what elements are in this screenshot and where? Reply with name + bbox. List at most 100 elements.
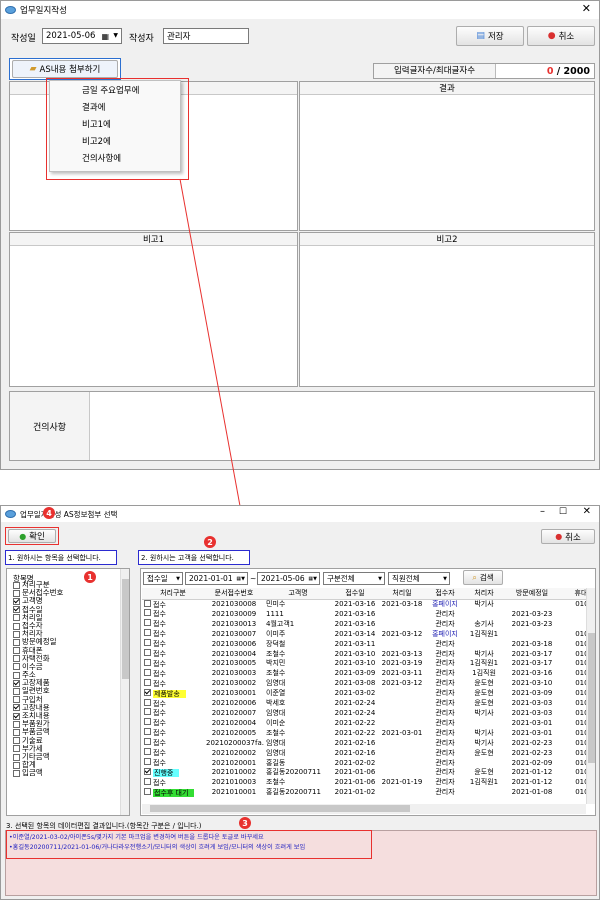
table-row[interactable]: 접수 2021020007 임영대 2021-02-24 관리자 박기사 2021-03-0…	[142, 708, 586, 718]
row-checkbox[interactable]	[144, 649, 151, 657]
table-row[interactable]: 진행중 2021010002 홍길동20200711 2021-01-06 관리자 윤도현…	[142, 767, 586, 778]
table-row[interactable]: 접수 2021010003 조철수 2021-01-06 2021-01-19 관리자 1김…	[142, 777, 586, 788]
row-checkbox[interactable]	[144, 777, 151, 785]
filter-field-select[interactable]: 접수일 ▼	[143, 572, 183, 585]
table-row[interactable]: 접수 20210200037fa... 임영대 2021-02-16 관리자 박기사 202…	[142, 738, 586, 748]
item-checkbox[interactable]	[13, 622, 20, 630]
column-header[interactable]: 문서접수번호	[204, 588, 264, 600]
table-row[interactable]: 제품발송 2021030001 이준열 2021-03-02 관리자 윤도현 2021-03…	[142, 688, 586, 699]
menu-item-main-work[interactable]: 금일 주요업무에	[50, 81, 180, 98]
row-type-cell[interactable]: 접수	[142, 708, 204, 718]
row-type-cell[interactable]: 접수	[142, 629, 204, 639]
row-type-cell[interactable]: 접수	[142, 777, 204, 788]
row-type-cell[interactable]: 접수	[142, 728, 204, 738]
item-checkbox[interactable]	[13, 737, 20, 745]
table-row[interactable]: 접수 2021030002 임영대 2021-03-08 2021-03-12 관리자 윤도…	[142, 678, 586, 689]
row-checkbox[interactable]	[144, 688, 151, 696]
table-row[interactable]: 접수 2021020006 박세호 2021-02-24 관리자 윤도현 2021-03-0…	[142, 698, 586, 709]
item-checkbox[interactable]	[13, 704, 20, 712]
table-row[interactable]: 접수 2021020004 이미순 2021-02-22 관리자 2021-03-01 01…	[142, 718, 586, 728]
row-checkbox[interactable]	[144, 599, 151, 607]
table-row[interactable]: 접수 2021030004 조철수 2021-03-10 2021-03-13 관리자 박기…	[142, 649, 586, 659]
item-checkbox[interactable]	[13, 688, 20, 696]
item-list-scrollbar[interactable]	[120, 569, 129, 815]
close-icon[interactable]: ✕	[582, 2, 591, 15]
search-button[interactable]: ⌕ 검색	[463, 570, 503, 585]
row-checkbox[interactable]	[144, 609, 151, 617]
item-checkbox[interactable]	[13, 647, 20, 655]
table-row[interactable]: 접수 2021030008 민미수 2021-03-16 2021-03-18 홍페이지 박…	[142, 599, 586, 609]
table-row[interactable]: 접수 2021030007 이미주 2021-03-14 2021-03-12 홍페이지 1…	[142, 629, 586, 639]
row-type-cell[interactable]: 접수	[142, 718, 204, 728]
row-checkbox[interactable]	[144, 658, 151, 666]
row-type-cell[interactable]: 접수	[142, 619, 204, 629]
row-type-cell[interactable]: 접수	[142, 698, 204, 709]
row-checkbox[interactable]	[144, 718, 151, 726]
item-checkbox[interactable]	[13, 630, 20, 638]
item-checkbox[interactable]	[13, 728, 20, 736]
item-checkbox[interactable]	[13, 671, 20, 679]
attach-as-button[interactable]: ▰ AS내용 첨부하기	[12, 60, 118, 78]
item-checkbox[interactable]	[13, 761, 20, 769]
row-type-cell[interactable]: 접수	[142, 668, 204, 679]
menu-item-suggestion[interactable]: 건의사항에	[50, 149, 180, 166]
table-row[interactable]: 접수 2021030006 장덕철 2021-03-11 관리자 2021-03-18 01…	[142, 639, 586, 649]
item-checkbox[interactable]	[13, 679, 20, 687]
row-checkbox[interactable]	[144, 708, 151, 716]
row-checkbox[interactable]	[144, 738, 151, 746]
maximize-icon[interactable]: ☐	[559, 507, 567, 517]
table-hscroll-thumb[interactable]	[150, 805, 410, 812]
row-checkbox[interactable]	[144, 767, 151, 775]
row-type-cell[interactable]: 접수	[142, 639, 204, 649]
row-checkbox[interactable]	[144, 728, 151, 736]
item-row[interactable]: 입금액	[13, 769, 129, 777]
filter-staff-select[interactable]: 직원전체 ▼	[388, 572, 450, 585]
save-button[interactable]: ▤ 저장	[456, 26, 524, 46]
item-checkbox[interactable]	[13, 745, 20, 753]
column-header[interactable]: 처리일	[378, 588, 426, 600]
row-checkbox[interactable]	[144, 619, 151, 627]
item-checkbox[interactable]	[13, 597, 20, 605]
column-header[interactable]: 방문예정일	[504, 588, 560, 600]
table-hscrollbar[interactable]	[142, 804, 586, 814]
item-checkbox[interactable]	[13, 712, 20, 720]
item-checkbox[interactable]	[13, 655, 20, 663]
row-checkbox[interactable]	[144, 698, 151, 706]
chevron-down-icon[interactable]: ▼	[113, 32, 118, 39]
column-header[interactable]: 접수일	[332, 588, 378, 600]
row-checkbox[interactable]	[144, 678, 151, 686]
result-panel[interactable]: 결과	[299, 81, 595, 231]
item-checkbox[interactable]	[13, 614, 20, 622]
table-row[interactable]: 접수 2021030009 1111 2021-03-16 관리자 2021-03-23	[142, 609, 586, 619]
column-header[interactable]: 접수자	[426, 588, 464, 600]
item-checkbox[interactable]	[13, 638, 20, 646]
table-row[interactable]: 접수 2021030003 조철수 2021-03-09 2021-03-11 관리자 1김…	[142, 668, 586, 679]
item-checkbox[interactable]	[13, 663, 20, 671]
row-type-cell[interactable]: 접수	[142, 609, 204, 619]
column-header[interactable]: 처리자	[464, 588, 504, 600]
item-checkbox[interactable]	[13, 581, 20, 589]
table-row[interactable]: 접수 2021020005 조철수 2021-02-22 2021-03-01 관리자 박기…	[142, 728, 586, 738]
row-checkbox[interactable]	[144, 748, 151, 756]
row-type-cell[interactable]: 접수	[142, 738, 204, 748]
table-row[interactable]: 접수 2021030013 4월고객1 2021-03-16 관리자 송기사 2021-03…	[142, 619, 586, 629]
minimize-icon[interactable]: –	[540, 506, 545, 517]
author-field[interactable]: 관리자	[163, 28, 249, 44]
item-checkbox[interactable]	[13, 696, 20, 704]
date-picker[interactable]: 2021-05-06 ▦ ▼	[42, 28, 122, 44]
filter-from-date[interactable]: 2021-01-01 ▦▼	[185, 572, 248, 585]
row-type-cell[interactable]: 제품발송	[142, 688, 204, 699]
table-row[interactable]: 접수 2021020001 홍길동 2021-02-02 관리자 2021-02-09 01…	[142, 758, 586, 768]
row-checkbox[interactable]	[144, 787, 151, 795]
table-vscroll-thumb[interactable]	[588, 633, 595, 763]
row-checkbox[interactable]	[144, 758, 151, 765]
item-checkbox[interactable]	[13, 753, 20, 761]
confirm-button[interactable]: ● 확인	[8, 529, 56, 543]
row-type-cell[interactable]: 접수	[142, 678, 204, 689]
row-type-cell[interactable]: 접수	[142, 758, 204, 768]
menu-item-result[interactable]: 결과에	[50, 98, 180, 115]
table-row[interactable]: 접수후 대기 2021010001 홍길동20200711 2021-01-02 관리자…	[142, 787, 586, 798]
suggestion-textarea[interactable]	[90, 392, 594, 460]
row-type-cell[interactable]: 접수	[142, 649, 204, 659]
item-checkbox[interactable]	[13, 589, 20, 597]
